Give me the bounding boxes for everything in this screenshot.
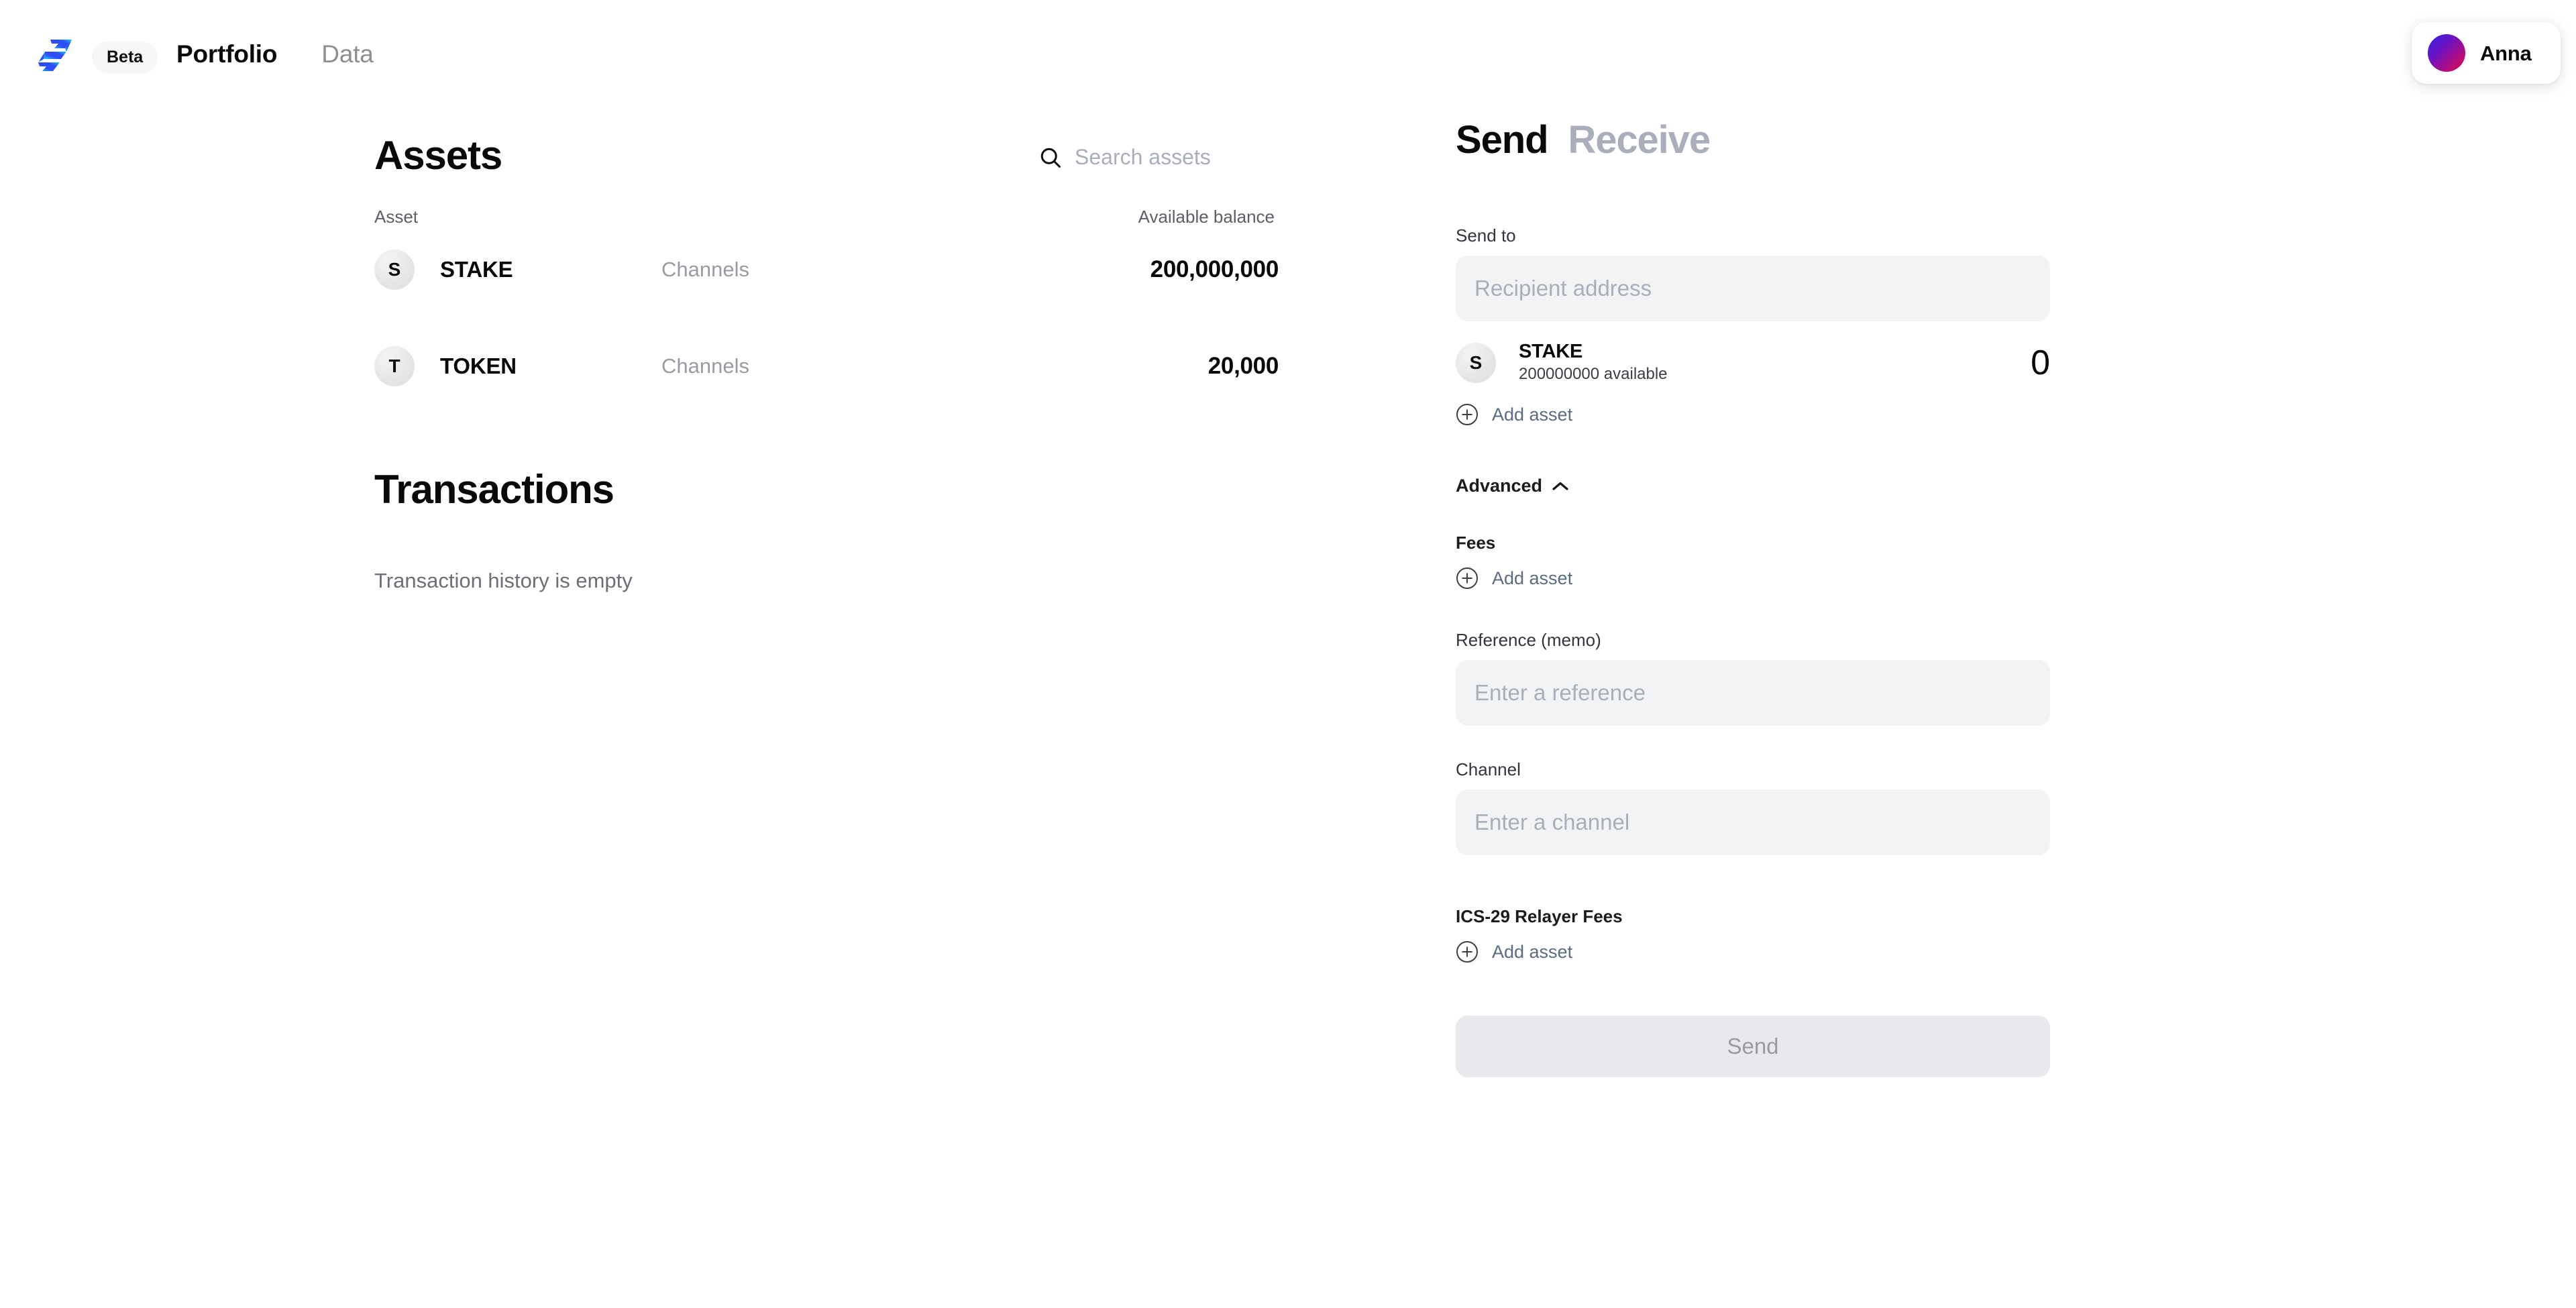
asset-initial-icon: S: [374, 250, 415, 290]
reference-field-group: Reference (memo): [1456, 631, 2050, 726]
fees-label: Fees: [1456, 533, 1496, 553]
fees-field-group: Fees Add asset: [1456, 534, 2050, 590]
channel-field-group: Channel: [1456, 761, 2050, 855]
send-amount-row[interactable]: S STAKE 200000000 available 0: [1456, 337, 2050, 388]
advanced-toggle[interactable]: Advanced: [1456, 477, 1569, 495]
send-to-label: Send to: [1456, 225, 1516, 246]
add-asset-button[interactable]: Add asset: [1456, 403, 1572, 426]
send-button[interactable]: Send: [1456, 1016, 2050, 1077]
fees-add-asset-button[interactable]: Add asset: [1456, 567, 1572, 590]
table-row[interactable]: S STAKE Channels 200,000,000: [374, 237, 1279, 302]
asset-initial-icon: S: [1456, 343, 1496, 383]
asset-channels-label[interactable]: Channels: [661, 354, 1208, 378]
recipient-address-input[interactable]: [1456, 256, 2050, 321]
advanced-label: Advanced: [1456, 476, 1543, 496]
reference-memo-input[interactable]: [1456, 660, 2050, 726]
table-row[interactable]: T TOKEN Channels 20,000: [374, 334, 1279, 398]
add-asset-label: Add asset: [1492, 404, 1573, 425]
assets-panel: Assets Asset Available balance S STAKE C…: [374, 127, 1356, 398]
asset-channels-label[interactable]: Channels: [661, 258, 1150, 282]
nav-item-portfolio[interactable]: Portfolio: [176, 42, 277, 66]
column-header-asset: Asset: [374, 207, 419, 227]
transactions-empty-message: Transaction history is empty: [374, 569, 633, 592]
transactions-panel: Transactions Transaction history is empt…: [374, 467, 1279, 592]
tab-receive[interactable]: Receive: [1568, 121, 1711, 160]
brand-group: Beta: [37, 37, 158, 77]
plus-circle-icon: [1456, 403, 1479, 426]
reference-label: Reference (memo): [1456, 630, 1601, 650]
transactions-title: Transactions: [374, 467, 614, 512]
send-amount-available: 200000000 available: [1519, 364, 1668, 383]
assets-header: Assets: [374, 127, 1356, 192]
send-receive-panel: Send Receive Send to S STAKE 200000000 a…: [1456, 121, 2050, 1077]
relayer-add-asset-label: Add asset: [1492, 941, 1573, 962]
send-to-field-group: Send to: [1456, 227, 2050, 321]
account-name: Anna: [2480, 41, 2532, 65]
relayer-fees-label: ICS-29 Relayer Fees: [1456, 906, 1623, 926]
top-navigation-bar: Beta Portfolio Data Anna: [0, 0, 2576, 104]
plus-circle-icon: [1456, 567, 1479, 590]
send-receive-tabs: Send Receive: [1456, 121, 2050, 160]
search-icon: [1040, 148, 1061, 168]
main-nav: Portfolio Data: [176, 42, 374, 66]
account-chip[interactable]: Anna: [2412, 22, 2561, 84]
asset-balance: 200,000,000: [1150, 256, 1279, 282]
asset-initial-icon: T: [374, 346, 415, 386]
asset-symbol: STAKE: [440, 257, 513, 282]
channel-label: Channel: [1456, 759, 1521, 779]
assets-search: [1038, 145, 1356, 170]
search-input[interactable]: [1075, 145, 1356, 170]
relayer-fees-field-group: ICS-29 Relayer Fees Add asset: [1456, 908, 2050, 963]
send-amount-meta: STAKE 200000000 available: [1519, 341, 2031, 386]
page-title: Assets: [374, 133, 502, 178]
fees-add-asset-label: Add asset: [1492, 567, 1573, 588]
assets-column-headers: Asset Available balance: [374, 208, 1279, 225]
column-header-available-balance: Available balance: [1138, 207, 1275, 227]
avatar: [2428, 34, 2465, 72]
send-amount-value[interactable]: 0: [2031, 345, 2050, 380]
plus-circle-icon: [1456, 940, 1479, 963]
tab-send[interactable]: Send: [1456, 121, 1549, 160]
chevron-up-icon: [1552, 482, 1568, 490]
relayer-add-asset-button[interactable]: Add asset: [1456, 940, 1572, 963]
send-amount-symbol: STAKE: [1519, 340, 1583, 362]
beta-badge: Beta: [92, 41, 158, 73]
nav-item-data[interactable]: Data: [321, 42, 374, 66]
asset-symbol: TOKEN: [440, 353, 517, 378]
asset-balance: 20,000: [1208, 353, 1279, 379]
stargaze-s-logo-icon[interactable]: [37, 37, 73, 77]
channel-input[interactable]: [1456, 789, 2050, 855]
